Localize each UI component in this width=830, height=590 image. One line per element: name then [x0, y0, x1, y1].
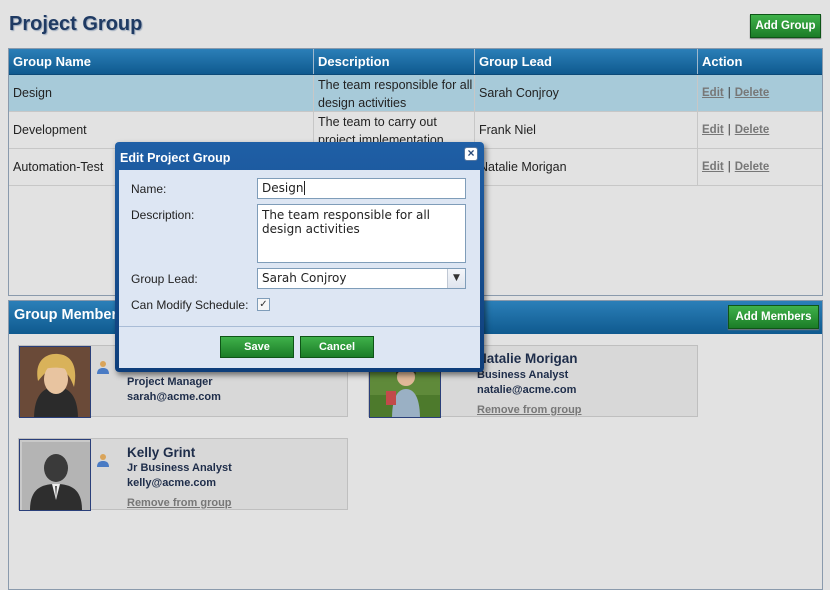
name-value: Design [262, 181, 304, 195]
edit-project-group-dialog: Edit Project Group × Name: Design Descri… [115, 142, 484, 372]
member-email: natalie@acme.com [477, 384, 577, 396]
edit-link[interactable]: Edit [702, 161, 724, 173]
header-description[interactable]: Description [314, 49, 475, 74]
member-email: kelly@acme.com [127, 477, 216, 489]
member-name: Kelly Grint [127, 445, 196, 460]
dialog-title: Edit Project Group [120, 151, 231, 165]
member-card: Kelly Grint Jr Business Analyst kelly@ac… [18, 438, 348, 511]
chevron-down-icon[interactable]: ▼ [447, 269, 465, 288]
delete-link[interactable]: Delete [735, 124, 770, 136]
cell-group-lead: Sarah Conjroy [475, 75, 698, 111]
action-separator: | [727, 124, 731, 136]
text-cursor [304, 181, 306, 195]
header-group-name[interactable]: Group Name [9, 49, 314, 74]
description-textarea[interactable]: The team responsible for all design acti… [257, 204, 466, 263]
edit-link[interactable]: Edit [702, 87, 724, 99]
name-label: Name: [131, 182, 167, 196]
action-separator: | [727, 87, 731, 99]
table-header: Group Name Description Group Lead Action [9, 49, 822, 75]
person-icon [96, 453, 110, 467]
cell-actions: Edit | Delete [698, 149, 822, 185]
woman-portrait-icon [20, 347, 90, 417]
cell-group-lead: Frank Niel [475, 112, 698, 148]
cell-actions: Edit | Delete [698, 112, 822, 148]
header-action: Action [702, 54, 743, 69]
member-role: Business Analyst [477, 369, 569, 381]
group-lead-select[interactable]: Sarah Conjroy ▼ [257, 268, 466, 289]
dialog-footer: Save Cancel [119, 326, 480, 368]
member-email: sarah@acme.com [127, 391, 221, 403]
group-lead-label: Group Lead: [131, 272, 198, 286]
default-avatar-icon [20, 440, 90, 510]
member-role: Jr Business Analyst [127, 462, 232, 474]
member-photo [19, 346, 91, 418]
edit-link[interactable]: Edit [702, 124, 724, 136]
close-icon[interactable]: × [464, 147, 478, 161]
cancel-button[interactable]: Cancel [300, 336, 374, 358]
group-lead-value: Sarah Conjroy [262, 271, 347, 285]
cell-actions: Edit | Delete [698, 75, 822, 111]
save-button[interactable]: Save [220, 336, 294, 358]
can-modify-schedule-label: Can Modify Schedule: [131, 298, 249, 312]
member-name: Natalie Morigan [477, 351, 578, 366]
page-title: Project Group [9, 13, 143, 35]
can-modify-schedule-checkbox[interactable]: ✓ [257, 298, 270, 311]
delete-link[interactable]: Delete [735, 161, 770, 173]
description-label: Description: [131, 208, 195, 222]
cell-group-lead: Natalie Morigan [475, 149, 698, 185]
person-icon [96, 360, 110, 374]
delete-link[interactable]: Delete [735, 87, 770, 99]
cell-description: The team responsible for all design acti… [314, 75, 475, 111]
cell-group-name: Design [9, 75, 314, 111]
add-members-button[interactable]: Add Members [728, 305, 819, 329]
remove-from-group-link[interactable]: Remove from group [477, 404, 582, 416]
member-photo [19, 439, 91, 511]
table-row[interactable]: Design The team responsible for all desi… [9, 75, 822, 112]
remove-from-group-link[interactable]: Remove from group [127, 497, 232, 509]
group-members-title: Group Members [14, 307, 126, 323]
dialog-body: Name: Design Description: The team respo… [119, 170, 480, 368]
action-separator: | [727, 161, 731, 173]
add-group-button[interactable]: Add Group [750, 14, 821, 38]
header-group-lead[interactable]: Group Lead [475, 49, 698, 74]
member-role: Project Manager [127, 376, 213, 388]
name-input[interactable]: Design [257, 178, 466, 199]
